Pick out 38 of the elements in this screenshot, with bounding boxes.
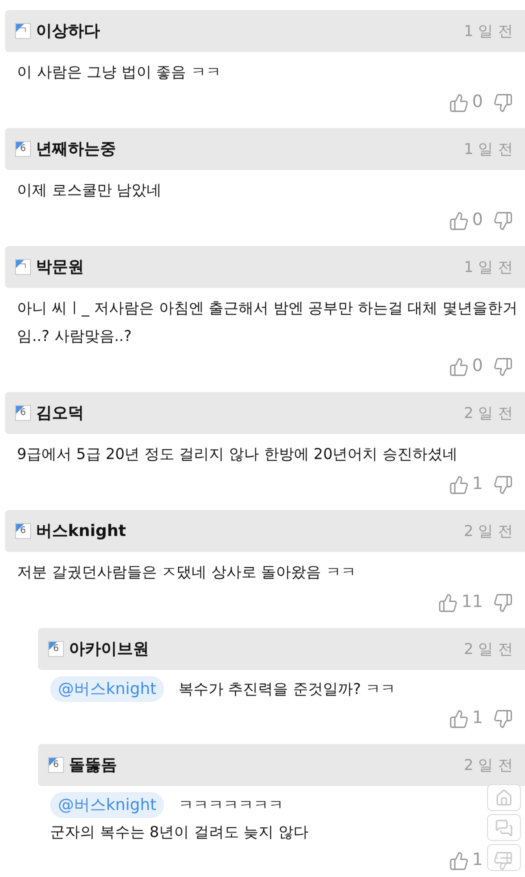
comment-text: 이제 로스쿨만 남았네 [17,180,163,201]
like-button[interactable]: 1 [449,706,483,732]
like-button[interactable]: 0 [449,90,483,116]
comment-text: 9급에서 5급 20년 정도 걸리지 않나 한방에 20년어치 승진하셨네 [17,444,458,465]
like-button[interactable]: 0 [449,354,483,380]
level-badge: 6 [48,757,64,773]
level-badge: 6 [15,405,31,421]
mention-tag[interactable]: @버스knight [50,792,164,818]
level-badge: ㄱ [15,259,31,275]
comment-text: 저분 갈궜던사람들은 ㅈ댔네 상사로 돌아왔음 ㅋㅋ [17,562,357,583]
comment-text: 이 사람은 그냥 법이 좋음 ㅋㅋ [17,62,222,83]
author-name[interactable]: 이상하다 [36,19,100,43]
author-name[interactable]: 박문원 [36,255,84,279]
like-button[interactable]: 1 [449,472,483,498]
time-ago: 2 일 전 [464,520,513,542]
like-button[interactable]: 1 [449,848,483,874]
level-badge: 6 [48,641,64,657]
author-name[interactable]: 년째하는중 [36,137,116,161]
comment-text: 복수가 추진력을 준것일까? ㅋㅋ [178,678,396,700]
author-name[interactable]: 버스knight [36,519,126,543]
time-ago: 1 일 전 [464,20,513,42]
like-button[interactable]: 0 [449,208,483,234]
time-ago: 1 일 전 [464,256,513,278]
time-ago: 2 일 전 [464,402,513,424]
like-button[interactable]: 11 [438,590,483,616]
level-badge: 6 [15,523,31,539]
author-name[interactable]: 김오덕 [36,401,84,425]
time-ago: 2 일 전 [464,638,513,660]
author-name[interactable]: 돌뚫돔 [69,753,117,777]
comment-text: ㅋㅋㅋㅋㅋㅋㅋ [178,794,284,816]
author-name[interactable]: 아카이브원 [69,637,149,661]
comment-text: 군자의 복수는 8년이 걸려도 늦지 않다 [50,822,308,843]
mention-tag[interactable]: @버스knight [50,676,164,702]
comment-text: 아니 씨ㅣ_ 저사람은 아침엔 출근해서 밤엔 공부만 하는걸 대체 몇년을한거임..? 사람맞음..? [17,298,518,347]
time-ago: 2 일 전 [464,754,513,776]
time-ago: 1 일 전 [464,138,513,160]
level-badge: 6 [15,141,31,157]
level-badge: ㄱ [15,23,31,39]
